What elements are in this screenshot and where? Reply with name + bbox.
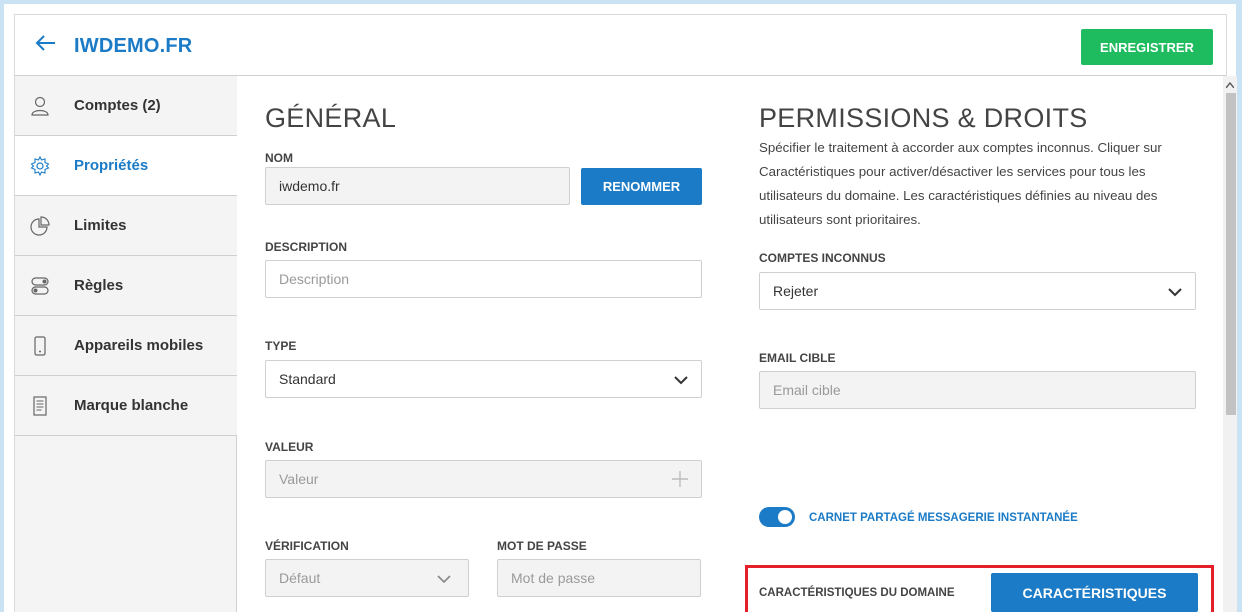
type-value: Standard xyxy=(279,371,336,387)
description-input[interactable]: Description xyxy=(265,260,702,298)
type-select[interactable]: Standard xyxy=(265,360,702,398)
gear-icon xyxy=(30,155,50,176)
sidebar: Comptes (2) Propriétés Limites Règles Ap… xyxy=(14,76,237,612)
features-button[interactable]: CARACTÉRISTIQUES xyxy=(991,573,1198,612)
name-field[interactable]: iwdemo.fr xyxy=(265,167,570,205)
unknown-accounts-select[interactable]: Rejeter xyxy=(759,272,1196,310)
target-email-input[interactable]: Email cible xyxy=(759,371,1196,409)
general-heading: GÉNÉRAL xyxy=(265,103,397,133)
pie-chart-icon xyxy=(30,215,50,236)
verification-select[interactable]: Défaut xyxy=(265,559,469,597)
sidebar-item-label: Limites xyxy=(74,217,127,234)
name-label: NOM xyxy=(265,151,293,165)
sidebar-item-label: Règles xyxy=(74,277,124,294)
toggles-icon xyxy=(30,276,50,296)
mobile-icon xyxy=(30,335,50,356)
permissions-heading: PERMISSIONS & DROITS xyxy=(759,103,1088,133)
sidebar-item-label: Marque blanche xyxy=(74,397,189,414)
target-email-placeholder: Email cible xyxy=(773,382,841,398)
toggle-knob xyxy=(778,510,792,524)
scrollbar[interactable] xyxy=(1223,76,1237,612)
sidebar-item-label: Comptes (2) xyxy=(74,97,161,114)
scroll-thumb[interactable] xyxy=(1226,93,1236,415)
type-label: TYPE xyxy=(265,339,297,353)
page-title: IWDEMO.FR xyxy=(74,35,193,57)
target-email-label: EMAIL CIBLE xyxy=(759,351,836,365)
save-button[interactable]: ENREGISTRER xyxy=(1081,29,1213,65)
document-icon xyxy=(30,395,50,416)
sidebar-item-marque-blanche[interactable]: Marque blanche xyxy=(15,376,237,436)
sidebar-item-comptes[interactable]: Comptes (2) xyxy=(15,76,237,136)
sidebar-item-label: Propriétés xyxy=(74,157,149,174)
chevron-down-icon xyxy=(673,372,689,388)
shared-book-toggle[interactable] xyxy=(759,507,795,527)
unknown-accounts-value: Rejeter xyxy=(773,283,819,299)
sidebar-item-limites[interactable]: Limites xyxy=(15,196,237,256)
password-label: MOT DE PASSE xyxy=(497,539,587,553)
password-placeholder: Mot de passe xyxy=(511,570,596,586)
verification-value: Défaut xyxy=(279,570,321,586)
arrow-left-icon[interactable] xyxy=(35,32,57,59)
value-placeholder: Valeur xyxy=(279,471,319,487)
domain-features-label: CARACTÉRISTIQUES DU DOMAINE xyxy=(759,587,955,599)
user-icon xyxy=(30,96,50,116)
top-header: IWDEMO.FR ENREGISTRER xyxy=(14,14,1227,76)
permissions-description: Spécifier le traitement à accorder aux c… xyxy=(759,140,1162,227)
password-input[interactable]: Mot de passe xyxy=(497,559,701,597)
description-label: DESCRIPTION xyxy=(265,240,348,254)
unknown-accounts-label: COMPTES INCONNUS xyxy=(759,251,886,265)
sidebar-item-proprietes[interactable]: Propriétés xyxy=(15,136,237,196)
sidebar-item-appareils[interactable]: Appareils mobiles xyxy=(15,316,237,376)
chevron-down-icon xyxy=(436,571,452,587)
sidebar-item-regles[interactable]: Règles xyxy=(15,256,237,316)
description-placeholder: Description xyxy=(279,271,350,287)
plus-icon[interactable] xyxy=(671,470,689,491)
chevron-down-icon xyxy=(1167,284,1183,300)
name-value: iwdemo.fr xyxy=(279,178,340,194)
value-input[interactable]: Valeur xyxy=(265,460,702,498)
shared-book-label: CARNET PARTAGÉ MESSAGERIE INSTANTANÉE xyxy=(809,512,1078,524)
main-content: GÉNÉRAL NOM iwdemo.fr RENOMMER DESCRIPTI… xyxy=(238,76,1223,612)
rename-button[interactable]: RENOMMER xyxy=(581,168,702,205)
scroll-up-icon[interactable] xyxy=(1225,80,1235,90)
value-label: VALEUR xyxy=(265,440,314,454)
sidebar-item-label: Appareils mobiles xyxy=(74,337,204,354)
verification-label: VÉRIFICATION xyxy=(265,539,349,553)
